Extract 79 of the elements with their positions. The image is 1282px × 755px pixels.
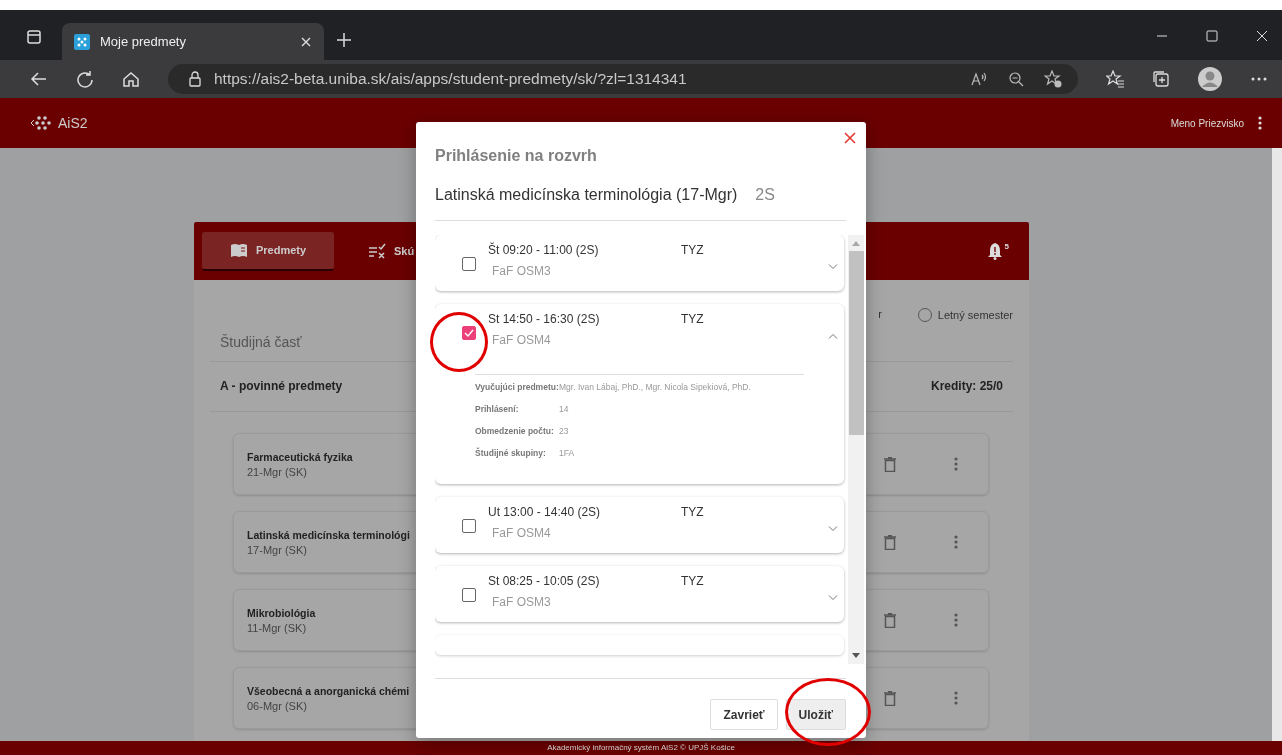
bell-icon[interactable] bbox=[986, 242, 1003, 260]
slot-type: TYZ bbox=[681, 573, 704, 588]
nav-tab[interactable]: Skú bbox=[334, 231, 415, 271]
back-icon[interactable] bbox=[30, 70, 48, 88]
checkbox[interactable] bbox=[462, 257, 476, 271]
scrollbar[interactable] bbox=[848, 235, 864, 664]
trash-icon[interactable] bbox=[884, 534, 896, 550]
user-name[interactable]: Meno Priezvisko bbox=[1170, 117, 1244, 129]
subject-title: Latinská medicínska terminológia (17-Mgr) bbox=[435, 186, 738, 204]
notification-count: 5 bbox=[1004, 242, 1009, 251]
radio-label: r bbox=[878, 308, 882, 322]
trash-icon[interactable] bbox=[884, 456, 896, 472]
page-scrollbar[interactable] bbox=[1272, 148, 1282, 741]
subject-code: 11-Mgr (SK) bbox=[247, 621, 307, 634]
subject-name: Latinská medicínska terminológi bbox=[247, 528, 410, 541]
detail-value: Mgr. Ivan Lábaj, PhD., Mgr. Nicola Sipekiová, PhD. bbox=[559, 381, 752, 394]
slot-type: TYZ bbox=[681, 504, 704, 519]
checkbox[interactable] bbox=[462, 326, 476, 340]
term-label: 2S bbox=[755, 186, 775, 204]
address-field[interactable]: https://ais2-beta.uniba.sk/ais/apps/student-predmety/sk/?zl=1314341 bbox=[168, 64, 1078, 94]
favicon-icon bbox=[74, 33, 90, 50]
close-button[interactable]: Zavrieť bbox=[710, 699, 778, 730]
trash-icon[interactable] bbox=[884, 690, 896, 706]
home-icon[interactable] bbox=[122, 70, 140, 88]
tab-actions-icon[interactable] bbox=[26, 29, 42, 45]
scroll-down-icon bbox=[852, 653, 860, 658]
checklist-icon bbox=[368, 243, 386, 259]
zoom-out-icon[interactable] bbox=[1008, 71, 1024, 87]
collections-icon[interactable] bbox=[1152, 70, 1170, 88]
trash-icon[interactable] bbox=[884, 612, 896, 628]
kebab-menu-icon[interactable] bbox=[1258, 116, 1262, 130]
url-text: https://ais2-beta.uniba.sk/ais/apps/student-predmety/sk/?zl=1314341 bbox=[214, 70, 687, 88]
scrollbar-thumb[interactable] bbox=[848, 251, 864, 435]
radio-option[interactable]: Letný semester bbox=[917, 308, 1013, 322]
checkbox[interactable] bbox=[462, 518, 476, 533]
favorites-icon[interactable] bbox=[1106, 70, 1124, 88]
highlight-ellipse bbox=[430, 312, 488, 372]
credits-label: Kredity: 25/0 bbox=[930, 379, 1003, 393]
book-icon bbox=[229, 242, 248, 258]
slot-time: Ut 13:00 - 14:40 (2S) bbox=[488, 504, 602, 519]
favorite-add-icon[interactable] bbox=[1044, 70, 1062, 88]
group-title: A - povinné predmety bbox=[220, 379, 343, 393]
save-button[interactable]: Uložiť bbox=[785, 699, 846, 730]
lock-icon bbox=[188, 71, 202, 87]
detail-label: Vyučujúci predmetu: bbox=[475, 381, 559, 394]
logo-text: AiS2 bbox=[58, 115, 88, 131]
browser-tab[interactable]: Moje predmety bbox=[62, 23, 324, 60]
more-icon[interactable] bbox=[1250, 76, 1268, 82]
scroll-up-icon bbox=[852, 241, 860, 246]
dialog-title: Prihlásenie na rozvrh bbox=[435, 147, 598, 165]
subject-name: Mikrobiológia bbox=[247, 606, 316, 619]
slot-room: FaF OSM4 bbox=[492, 525, 552, 540]
tab-title: Moje predmety bbox=[100, 34, 187, 49]
detail-value: 23 bbox=[559, 425, 570, 439]
refresh-icon[interactable] bbox=[76, 70, 94, 88]
subject-code: 21-Mgr (SK) bbox=[247, 465, 307, 478]
checkbox[interactable] bbox=[462, 587, 476, 602]
subject-name: Farmaceutická fyzika bbox=[247, 450, 353, 463]
slot-type: TYZ bbox=[681, 243, 704, 257]
slot-room: FaF OSM3 bbox=[492, 594, 552, 609]
subject-name: Všeobecná a anorganická chémi bbox=[247, 684, 410, 697]
footer-text: Akademický informačný systém AiS2 © UPJŠ Košice bbox=[0, 741, 1282, 755]
slot-time: St 08:25 - 10:05 (2S) bbox=[488, 573, 601, 588]
new-tab-icon[interactable] bbox=[336, 32, 352, 48]
nav-tab[interactable]: Predmety bbox=[202, 231, 334, 271]
subject-code: 17-Mgr (SK) bbox=[247, 543, 307, 556]
profile-avatar-icon[interactable] bbox=[1198, 67, 1222, 91]
subject-code: 06-Mgr (SK) bbox=[247, 699, 307, 712]
detail-label: Študijné skupiny: bbox=[475, 446, 547, 461]
maximize-icon[interactable] bbox=[1206, 30, 1218, 42]
detail-value: 14 bbox=[559, 403, 570, 417]
slot-room: FaF OSM4 bbox=[492, 333, 552, 347]
logo-dots-icon bbox=[30, 115, 54, 131]
detail-value: 1FA bbox=[559, 447, 576, 461]
detail-label: Prihlásení: bbox=[475, 403, 520, 417]
slot-room: FaF OSM3 bbox=[492, 264, 552, 278]
detail-label: Obmedzenie počtu: bbox=[475, 425, 555, 439]
read-aloud-icon[interactable] bbox=[970, 71, 988, 87]
slot-time: Št 09:20 - 11:00 (2S) bbox=[488, 243, 600, 257]
